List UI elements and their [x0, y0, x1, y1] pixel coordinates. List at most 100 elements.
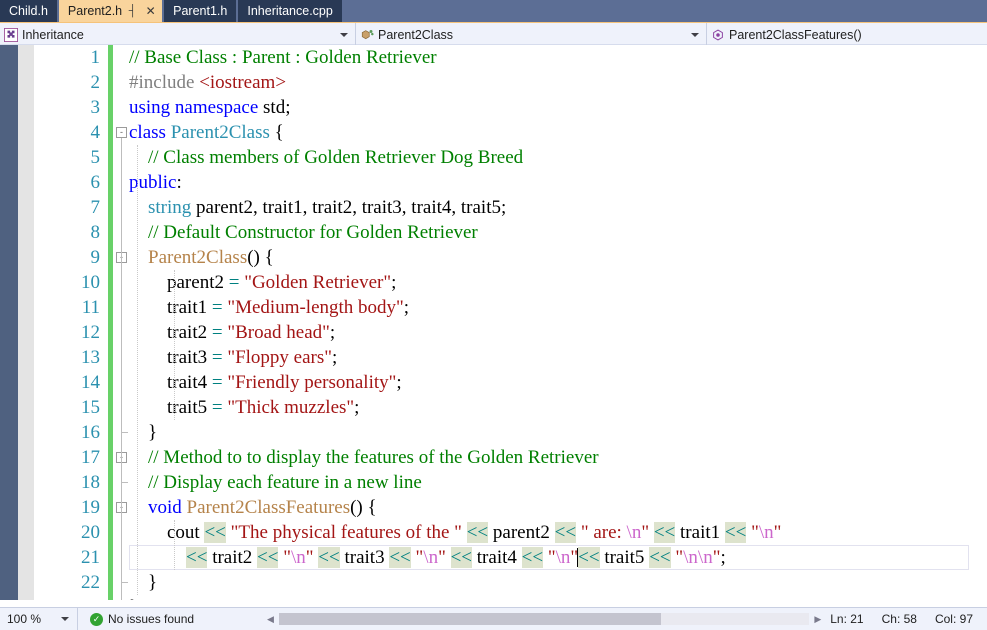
project-icon [0, 27, 22, 42]
code-token: "Friendly personality" [227, 372, 397, 393]
line-number: 20 [81, 522, 100, 543]
code-line[interactable]: 5 // Class members of Golden Retriever D… [0, 145, 987, 170]
editor-tab-child-h[interactable]: Child.h [0, 0, 57, 22]
highlighted-token: << [466, 522, 489, 543]
code-line[interactable]: 7 string parent2, trait1, trait2, trait3… [0, 195, 987, 220]
scrollbar-thumb[interactable] [278, 613, 661, 625]
editor-tab-inheritance-cpp[interactable]: Inheritance.cpp [238, 0, 342, 22]
code-line[interactable]: 21 << trait2 << "\n" << trait3 << "\n" <… [0, 545, 987, 570]
code-token: "Thick muzzles" [227, 397, 355, 418]
code-line[interactable]: 3 using namespace std; [0, 95, 987, 120]
code-line-content[interactable]: Parent2Class() { [129, 245, 987, 270]
code-line-content[interactable]: // Display each feature in a new line [129, 470, 987, 495]
chevron-down-icon[interactable] [340, 32, 348, 37]
code-token: trait1 [675, 522, 725, 543]
code-line-content[interactable]: // Default Constructor for Golden Retrie… [129, 220, 987, 245]
code-line-content[interactable]: parent2 = "Golden Retriever"; [129, 270, 987, 295]
code-editor[interactable]: 1 // Base Class : Parent : Golden Retriev… [0, 45, 987, 607]
code-line-content[interactable]: #include <iostream> [129, 70, 987, 95]
code-token: trait5 [599, 547, 650, 568]
editor-tab-parent2-h[interactable]: Parent2.h ┤ ✕ [58, 0, 163, 22]
code-token: () { [247, 247, 274, 268]
code-token: " [438, 547, 446, 568]
code-line[interactable]: 15 trait5 = "Thick muzzles"; [0, 395, 987, 420]
class-icon [356, 28, 378, 42]
line-number: 19 [81, 497, 100, 518]
code-token: "The physical features of the " [230, 522, 462, 543]
outlining-toggle-expanded[interactable]: - [116, 127, 127, 138]
navbar-project-dropdown[interactable]: Inheritance [0, 23, 356, 46]
code-line[interactable]: 2 #include <iostream> [0, 70, 987, 95]
arrow-left-icon[interactable]: ◀ [262, 614, 279, 625]
code-line-content[interactable]: public: [129, 170, 987, 195]
pin-icon[interactable]: ┤ [125, 5, 140, 17]
code-line-content[interactable]: << trait2 << "\n" << trait3 << "\n" << t… [129, 545, 987, 570]
code-token: = [228, 272, 240, 293]
code-token: parent2 [167, 272, 229, 293]
code-line[interactable]: 6 public: [0, 170, 987, 195]
code-token: "Medium-length body" [227, 297, 404, 318]
line-number: 6 [90, 172, 101, 193]
code-line[interactable]: 10 parent2 = "Golden Retriever"; [0, 270, 987, 295]
navbar-class-dropdown[interactable]: Parent2Class [356, 23, 707, 46]
arrow-right-icon[interactable]: ▶ [809, 614, 826, 625]
code-line-content[interactable]: cout << "The physical features of the " … [129, 520, 987, 545]
code-line-content[interactable]: class Parent2Class { [129, 120, 987, 145]
scrollbar-track[interactable] [278, 613, 810, 625]
code-line[interactable]: 12 trait2 = "Broad head"; [0, 320, 987, 345]
code-line[interactable]: 19 void Parent2ClassFeatures() { [0, 495, 987, 520]
code-line[interactable]: 16 } [0, 420, 987, 445]
outlining-connector-end [121, 582, 128, 583]
close-icon[interactable]: ✕ [143, 4, 158, 18]
code-line-content[interactable]: trait3 = "Floppy ears"; [129, 345, 987, 370]
line-number: 16 [81, 422, 100, 443]
code-line-content[interactable]: // Method to to display the features of … [129, 445, 987, 470]
code-token: \n [555, 547, 571, 568]
code-line-content[interactable]: string parent2, trait1, trait2, trait3, … [129, 195, 987, 220]
code-line-content[interactable]: using namespace std; [129, 95, 987, 120]
code-token: parent2, trait1, trait2, trait3, trait4,… [191, 197, 507, 218]
editor-tab-parent1-h[interactable]: Parent1.h [164, 0, 237, 22]
code-line[interactable]: 4 class Parent2Class { [0, 120, 987, 145]
code-token: #include [129, 72, 200, 93]
code-line[interactable]: 1 // Base Class : Parent : Golden Retriev… [0, 45, 987, 70]
code-line[interactable]: 13 trait3 = "Floppy ears"; [0, 345, 987, 370]
highlighted-token: << [724, 522, 747, 543]
code-text-area[interactable]: 1 // Base Class : Parent : Golden Retriev… [0, 45, 987, 607]
code-line-content[interactable]: trait5 = "Thick muzzles"; [129, 395, 987, 420]
code-line[interactable]: 8 // Default Constructor for Golden Retr… [0, 220, 987, 245]
code-token: " [283, 547, 291, 568]
code-token: \n [423, 547, 439, 568]
line-number: 22 [81, 572, 100, 593]
code-token: \n [758, 522, 774, 543]
code-line-content[interactable]: trait1 = "Medium-length body"; [129, 295, 987, 320]
code-line[interactable]: 11 trait1 = "Medium-length body"; [0, 295, 987, 320]
code-line[interactable]: 17 // Method to to display the features … [0, 445, 987, 470]
code-line-content[interactable]: // Base Class : Parent : Golden Retrieve… [129, 45, 987, 70]
code-line[interactable]: 20 cout << "The physical features of the… [0, 520, 987, 545]
chevron-down-icon[interactable] [691, 32, 699, 37]
code-line-content[interactable]: } [129, 570, 987, 595]
chevron-down-icon[interactable] [61, 617, 69, 621]
code-line-content[interactable]: trait4 = "Friendly personality"; [129, 370, 987, 395]
code-line-content[interactable]: } [129, 420, 987, 445]
zoom-level-control[interactable]: 100 % [0, 607, 78, 630]
outlining-connector-end [121, 482, 128, 483]
code-token: Parent2ClassFeatures [186, 497, 351, 518]
code-line-content[interactable]: // Class members of Golden Retriever Dog… [129, 145, 987, 170]
code-line[interactable]: 9 Parent2Class() { [0, 245, 987, 270]
horizontal-scrollbar[interactable]: ◀ ▶ [258, 608, 830, 630]
method-icon [707, 28, 729, 42]
navbar-member-dropdown[interactable]: Parent2ClassFeatures() [707, 23, 987, 46]
code-token: "Golden Retriever" [244, 272, 392, 293]
code-line-content[interactable]: void Parent2ClassFeatures() { [129, 495, 987, 520]
code-line[interactable]: 22 } [0, 570, 987, 595]
code-line-content[interactable]: trait2 = "Broad head"; [129, 320, 987, 345]
code-token: <iostream> [199, 72, 287, 93]
indent-guide [174, 270, 175, 420]
code-line[interactable]: 14 trait4 = "Friendly personality"; [0, 370, 987, 395]
issues-indicator[interactable]: ✓ No issues found [78, 612, 258, 626]
code-line[interactable]: 18 // Display each feature in a new line [0, 470, 987, 495]
highlighted-token: << [521, 547, 544, 568]
